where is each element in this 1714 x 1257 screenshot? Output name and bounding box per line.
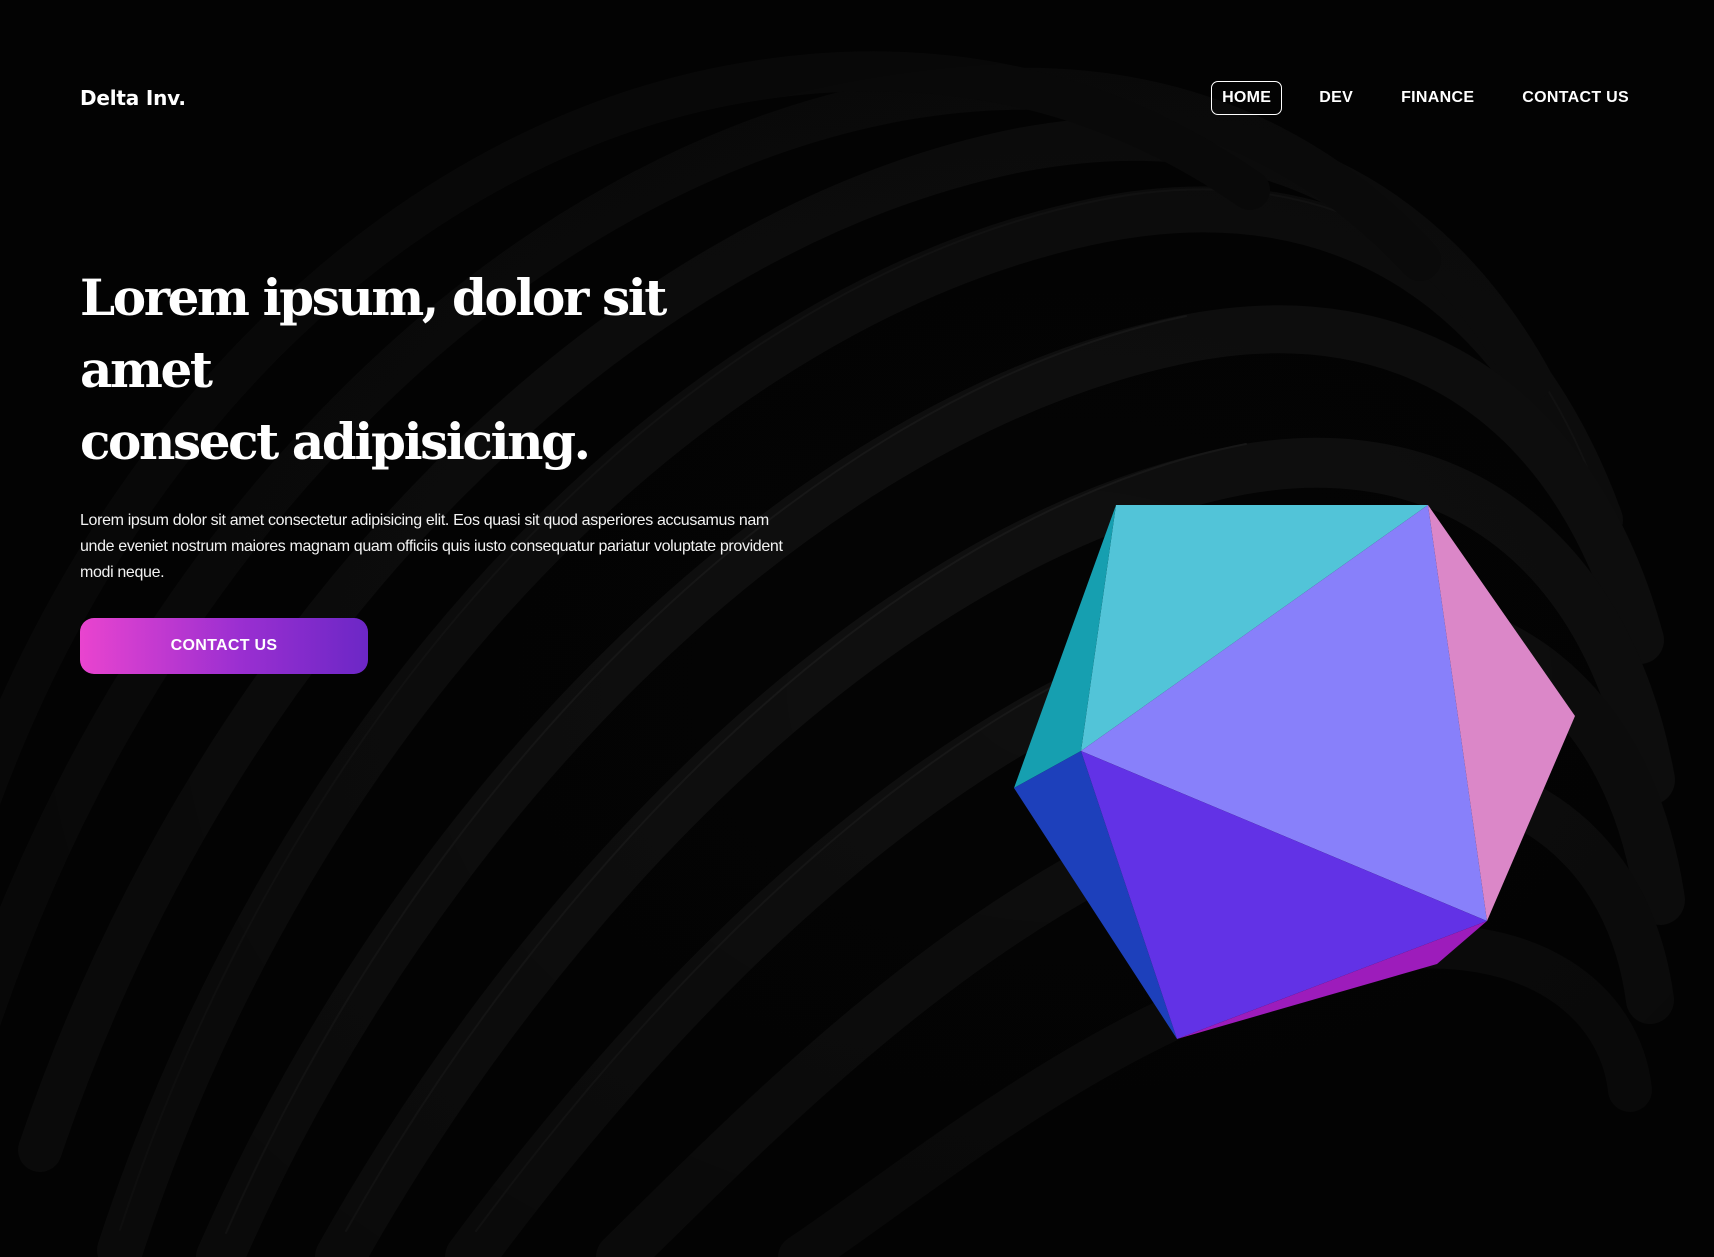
navbar: Delta Inv. HOME DEV FINANCE CONTACT US xyxy=(80,78,1640,118)
brand-logo[interactable]: Delta Inv. xyxy=(80,86,186,110)
hero-section: Lorem ipsum, dolor sit amet consect adip… xyxy=(80,262,800,674)
nav-item-dev[interactable]: DEV xyxy=(1308,81,1364,115)
contact-us-button[interactable]: CONTACT US xyxy=(80,618,368,674)
nav-item-contact-us[interactable]: CONTACT US xyxy=(1511,81,1640,115)
nav-item-home[interactable]: HOME xyxy=(1211,81,1283,115)
nav-menu: HOME DEV FINANCE CONTACT US xyxy=(1211,81,1640,115)
hero-title: Lorem ipsum, dolor sit amet consect adip… xyxy=(80,262,800,478)
hero-title-line-1: Lorem ipsum, dolor sit amet xyxy=(80,268,667,399)
nav-item-finance[interactable]: FINANCE xyxy=(1390,81,1485,115)
hero-title-line-2: consect adipisicing. xyxy=(80,412,591,471)
hero-description: Lorem ipsum dolor sit amet consectetur a… xyxy=(80,512,783,581)
